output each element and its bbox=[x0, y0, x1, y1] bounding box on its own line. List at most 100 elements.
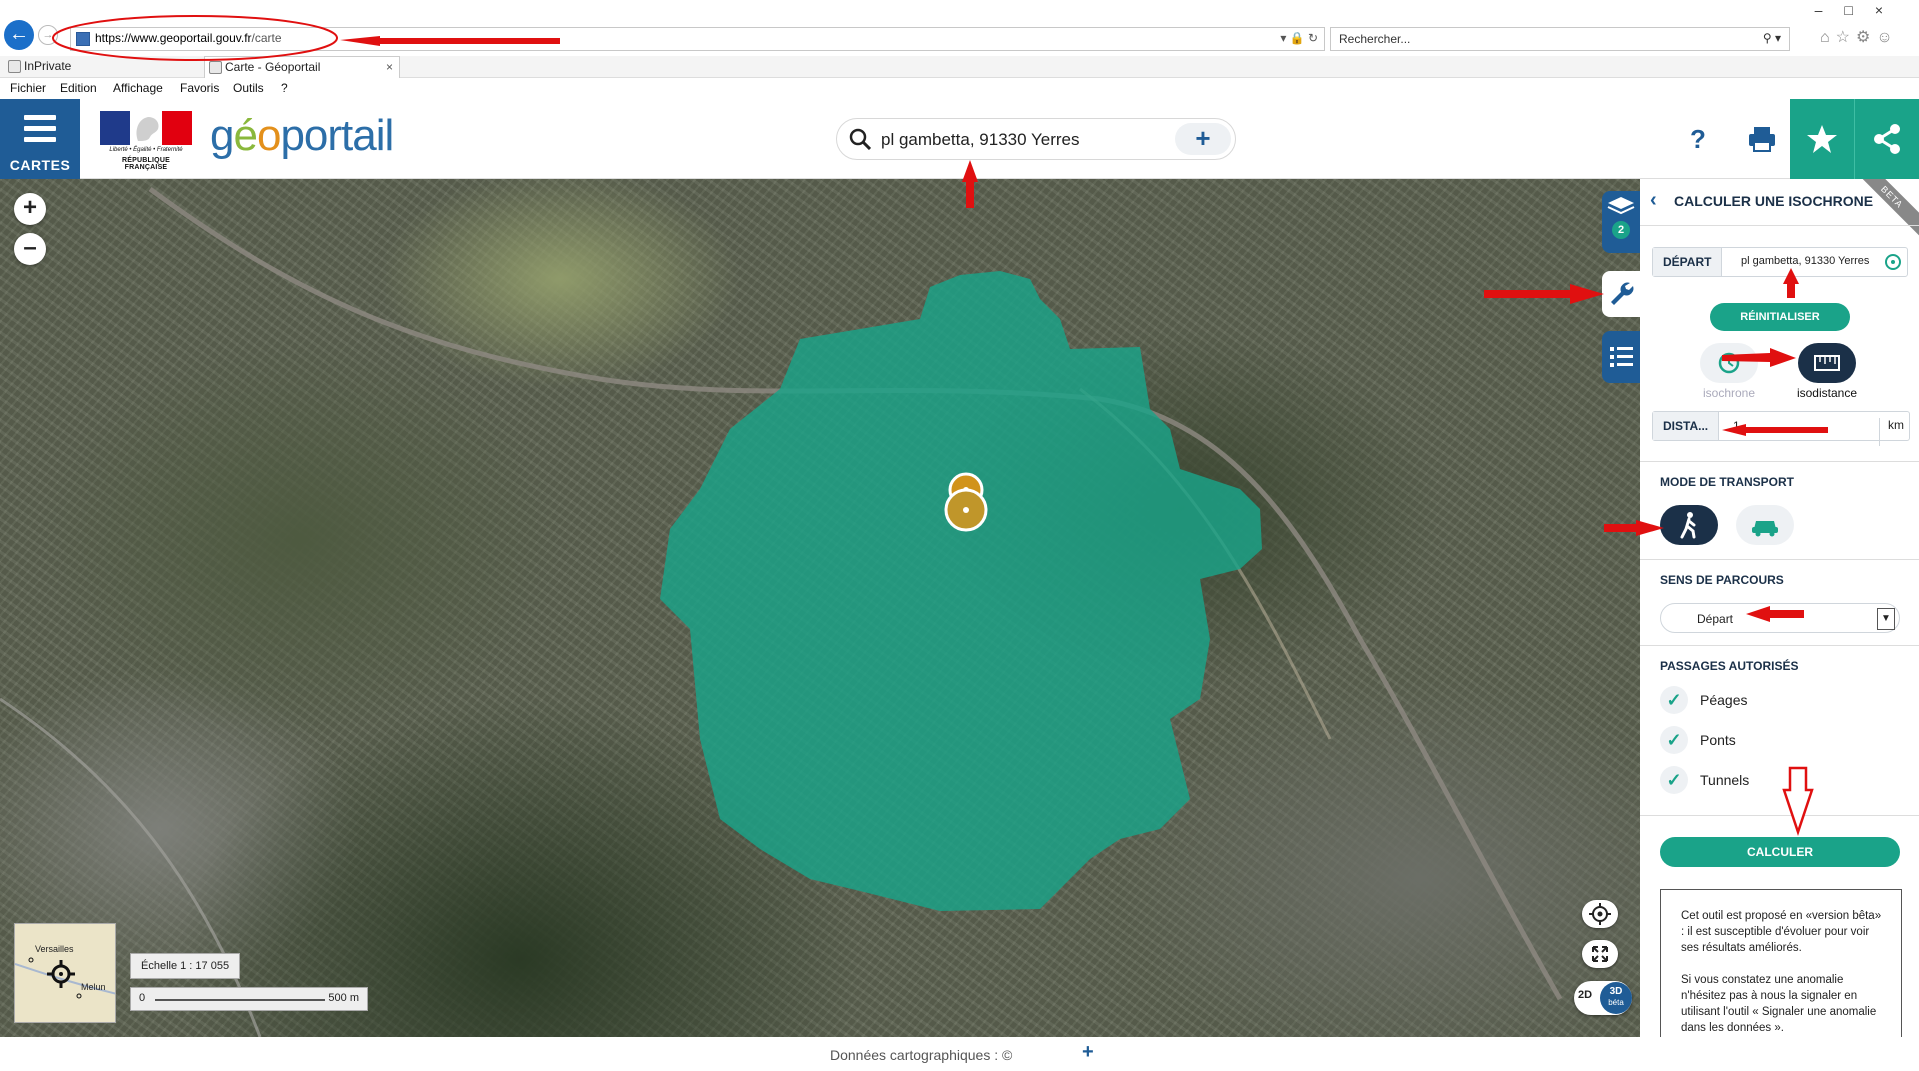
geolocate-button[interactable] bbox=[1582, 900, 1618, 928]
republique-francaise-logo: Liberté • Égalité • Fraternité RÉPUBLIQU… bbox=[100, 111, 192, 171]
tab-close-icon[interactable]: × bbox=[386, 57, 393, 77]
overview-minimap[interactable]: Versailles Melun bbox=[14, 923, 116, 1023]
help-button[interactable]: ? bbox=[1676, 119, 1720, 159]
tunnels-checkbox[interactable]: ✓ bbox=[1660, 766, 1688, 794]
geoportail-logo[interactable]: géoportail bbox=[210, 111, 394, 161]
isochrone-mode-button[interactable] bbox=[1700, 343, 1758, 383]
distance-value[interactable]: 1 bbox=[1733, 419, 1740, 433]
cartes-menu-button[interactable]: CARTES bbox=[0, 99, 80, 179]
chevron-down-icon[interactable]: ▼ bbox=[1877, 608, 1895, 630]
menu-bar: Fichier Edition Affichage Favoris Outils… bbox=[0, 79, 1919, 99]
print-button[interactable] bbox=[1740, 119, 1784, 159]
share-button[interactable] bbox=[1854, 99, 1919, 179]
passages-title: PASSAGES AUTORISÉS bbox=[1660, 659, 1799, 673]
sens-value: Départ bbox=[1697, 612, 1734, 626]
scale-bar: 0 500 m bbox=[130, 987, 368, 1011]
window-controls[interactable]: –□× bbox=[1815, 2, 1905, 18]
back-chevron-icon[interactable]: ‹ bbox=[1650, 189, 1657, 212]
fullscreen-button[interactable] bbox=[1582, 940, 1618, 968]
view-2d-3d-toggle[interactable]: 2D 3D béta bbox=[1574, 981, 1632, 1015]
sens-select[interactable]: Départ ▼ bbox=[1660, 603, 1900, 633]
depart-value[interactable]: pl gambetta, 91330 Yerres bbox=[1741, 255, 1869, 267]
tools-button[interactable] bbox=[1602, 271, 1640, 317]
geoportail-favicon-icon bbox=[209, 61, 222, 74]
isodistance-mode-label: isodistance bbox=[1796, 386, 1858, 400]
inprivate-icon bbox=[8, 60, 21, 73]
view-3d-button[interactable]: 3D béta bbox=[1600, 982, 1632, 1014]
pedestrian-icon bbox=[1680, 512, 1696, 539]
favorite-button[interactable] bbox=[1790, 99, 1854, 179]
beta-ribbon: BETA bbox=[1847, 179, 1919, 242]
rf-name: RÉPUBLIQUE FRANÇAISE bbox=[122, 157, 170, 171]
hamburger-icon bbox=[24, 115, 56, 143]
menu-fichier[interactable]: Fichier bbox=[10, 81, 46, 95]
magnifier-icon[interactable]: ⚲ ▾ bbox=[1763, 31, 1781, 45]
target-icon[interactable] bbox=[1885, 254, 1901, 270]
isochrone-area[interactable] bbox=[660, 271, 1262, 911]
calculate-button[interactable]: CALCULER bbox=[1660, 837, 1900, 867]
distance-label: DISTA... bbox=[1653, 412, 1720, 440]
minimap-label-melun: Melun bbox=[81, 982, 106, 992]
minimap-label-versailles: Versailles bbox=[35, 944, 74, 954]
car-mode-button[interactable] bbox=[1736, 505, 1794, 545]
distance-field[interactable]: DISTA... 1 km bbox=[1652, 411, 1910, 446]
clock-icon bbox=[1718, 352, 1740, 374]
isochrone-panel: BETA ‹ CALCULER UNE ISOCHRONE DÉPART pl … bbox=[1640, 179, 1919, 1037]
map-view[interactable]: + – 2 2D 3D béta Versailles Melun Échell… bbox=[0, 179, 1640, 1037]
layers-button[interactable]: 2 bbox=[1602, 191, 1640, 253]
beta-info-box: Cet outil est proposé en «version bêta» … bbox=[1660, 889, 1902, 1037]
sens-title: SENS DE PARCOURS bbox=[1660, 573, 1784, 587]
browser-toolbar: ← → https://www.geoportail.gouv.fr/carte… bbox=[0, 0, 1919, 52]
address-controls[interactable]: ▾ 🔒 ↻ bbox=[1280, 31, 1318, 45]
isodistance-mode-button[interactable] bbox=[1798, 343, 1856, 383]
menu-favoris[interactable]: Favoris bbox=[180, 81, 219, 95]
info-paragraph-2: Si vous constatez une anomalie n'hésitez… bbox=[1681, 974, 1877, 1034]
app-header: CARTES Liberté • Égalité • Fraternité RÉ… bbox=[0, 99, 1919, 179]
address-bar[interactable]: https://www.geoportail.gouv.fr/carte ▾ 🔒… bbox=[70, 27, 1325, 51]
tab-carte-geoportail[interactable]: Carte - Géoportail × bbox=[204, 56, 400, 78]
layer-count-badge: 2 bbox=[1612, 221, 1630, 239]
credits-expand-button[interactable]: + bbox=[1082, 1041, 1094, 1064]
depart-label: DÉPART bbox=[1653, 248, 1723, 276]
site-favicon-icon bbox=[76, 32, 90, 46]
peages-checkbox[interactable]: ✓ bbox=[1660, 686, 1688, 714]
reset-button[interactable]: RÉINITIALISER bbox=[1710, 303, 1850, 331]
depart-field[interactable]: DÉPART pl gambetta, 91330 Yerres bbox=[1652, 247, 1908, 277]
ponts-label: Ponts bbox=[1700, 732, 1736, 748]
menu-outils[interactable]: Outils bbox=[233, 81, 264, 95]
panel-title: CALCULER UNE ISOCHRONE bbox=[1674, 193, 1874, 209]
forward-arrow-icon[interactable]: → bbox=[38, 25, 58, 45]
ponts-checkbox[interactable]: ✓ bbox=[1660, 726, 1688, 754]
zoom-out-button[interactable]: – bbox=[14, 233, 46, 265]
legend-button[interactable] bbox=[1602, 331, 1640, 383]
car-icon bbox=[1752, 521, 1778, 537]
walk-mode-button[interactable] bbox=[1660, 505, 1718, 545]
menu-affichage[interactable]: Affichage bbox=[113, 81, 163, 95]
search-icon[interactable] bbox=[849, 128, 871, 150]
tunnels-label: Tunnels bbox=[1700, 772, 1750, 788]
tab-strip: InPrivate Carte - Géoportail × bbox=[0, 56, 1919, 131]
transport-title: MODE DE TRANSPORT bbox=[1660, 475, 1795, 489]
printer-icon bbox=[1749, 127, 1775, 152]
tab-inprivate[interactable]: InPrivate bbox=[4, 56, 200, 78]
place-search-input[interactable]: pl gambetta, 91330 Yerres + bbox=[836, 118, 1236, 160]
browser-search-input[interactable]: Rechercher... ⚲ ▾ bbox=[1330, 27, 1790, 51]
url-text: https://www.geoportail.gouv.fr/carte bbox=[95, 31, 282, 45]
map-credits: Données cartographiques : © bbox=[830, 1047, 1013, 1063]
crosshair-icon bbox=[1589, 903, 1611, 925]
zoom-in-button[interactable]: + bbox=[14, 193, 46, 225]
location-marker[interactable] bbox=[944, 488, 988, 532]
rf-motto: Liberté • Égalité • Fraternité bbox=[109, 147, 183, 153]
peages-label: Péages bbox=[1700, 692, 1748, 708]
menu-help[interactable]: ? bbox=[281, 81, 288, 95]
marianne-flag-icon bbox=[100, 111, 192, 145]
toolbar-icons[interactable]: ⌂☆⚙☺ bbox=[1820, 27, 1899, 47]
footer-bar: Données cartographiques : © + bbox=[0, 1037, 1919, 1071]
isochrone-mode-label: isochrone bbox=[1702, 386, 1756, 400]
search-plus-button[interactable]: + bbox=[1175, 123, 1231, 155]
wrench-icon bbox=[1611, 282, 1634, 305]
view-2d-label[interactable]: 2D bbox=[1578, 989, 1592, 1001]
cartes-label: CARTES bbox=[9, 157, 71, 173]
menu-edition[interactable]: Edition bbox=[60, 81, 97, 95]
back-arrow-icon[interactable]: ← bbox=[4, 20, 34, 50]
